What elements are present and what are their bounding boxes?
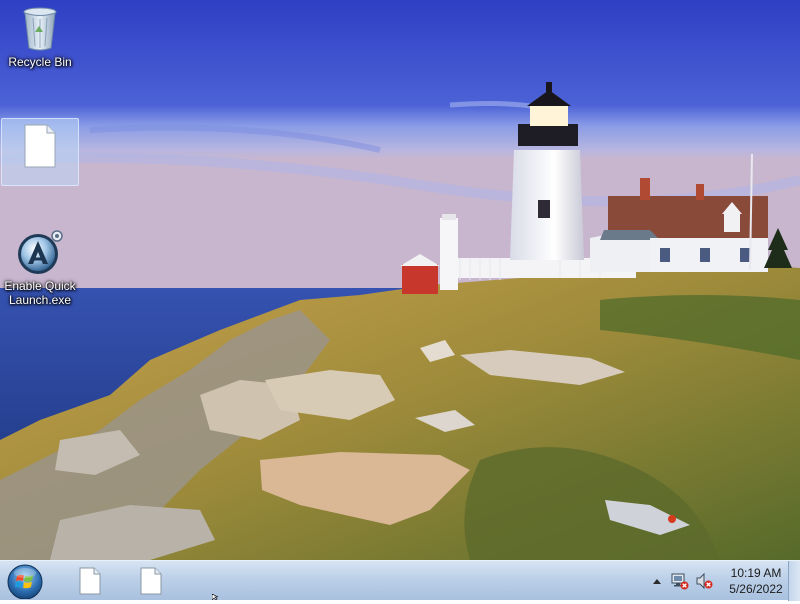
desktop-icon-recycle-bin[interactable]: Recycle Bin — [1, 6, 79, 76]
clock-time: 10:19 AM — [730, 566, 782, 580]
chevron-up-icon — [653, 579, 661, 584]
start-button[interactable] — [6, 563, 44, 600]
desktop[interactable]: Recycle Bin Enable Quick Launch.exe — [0, 0, 800, 560]
windows-start-orb-icon — [7, 564, 43, 600]
lighthouse-wallpaper — [0, 0, 800, 560]
quick-launch-label: Enable Quick Launch.exe — [4, 279, 76, 307]
taskbar: 10:19 AM 5/26/2022 — [0, 560, 800, 601]
desktop-icon-file-selected[interactable] — [1, 118, 79, 186]
recycle-bin-label: Recycle Bin — [8, 55, 72, 69]
clock-date: 5/26/2022 — [729, 582, 783, 596]
taskbar-button-file-1[interactable] — [64, 564, 116, 598]
show-hidden-icons-button[interactable] — [650, 571, 664, 591]
taskbar-button-file-2[interactable] — [125, 564, 177, 598]
mouse-pointer-icon — [212, 594, 219, 600]
blank-file-icon — [24, 124, 56, 168]
taskbar-clock[interactable]: 10:19 AM 5/26/2022 — [726, 565, 786, 597]
recycle-bin-icon — [23, 7, 57, 51]
volume-button[interactable] — [694, 571, 714, 591]
blank-file-icon — [79, 567, 101, 595]
quick-launch-app-icon — [18, 230, 63, 274]
blank-file-icon — [140, 567, 162, 595]
network-disconnected-icon — [671, 573, 689, 590]
system-tray: 10:19 AM 5/26/2022 — [650, 561, 786, 601]
desktop-icon-enable-quick-launch[interactable]: Enable Quick Launch.exe — [1, 230, 79, 312]
show-desktop-button[interactable] — [788, 561, 800, 601]
volume-muted-icon — [696, 572, 713, 590]
network-status-button[interactable] — [670, 571, 690, 591]
